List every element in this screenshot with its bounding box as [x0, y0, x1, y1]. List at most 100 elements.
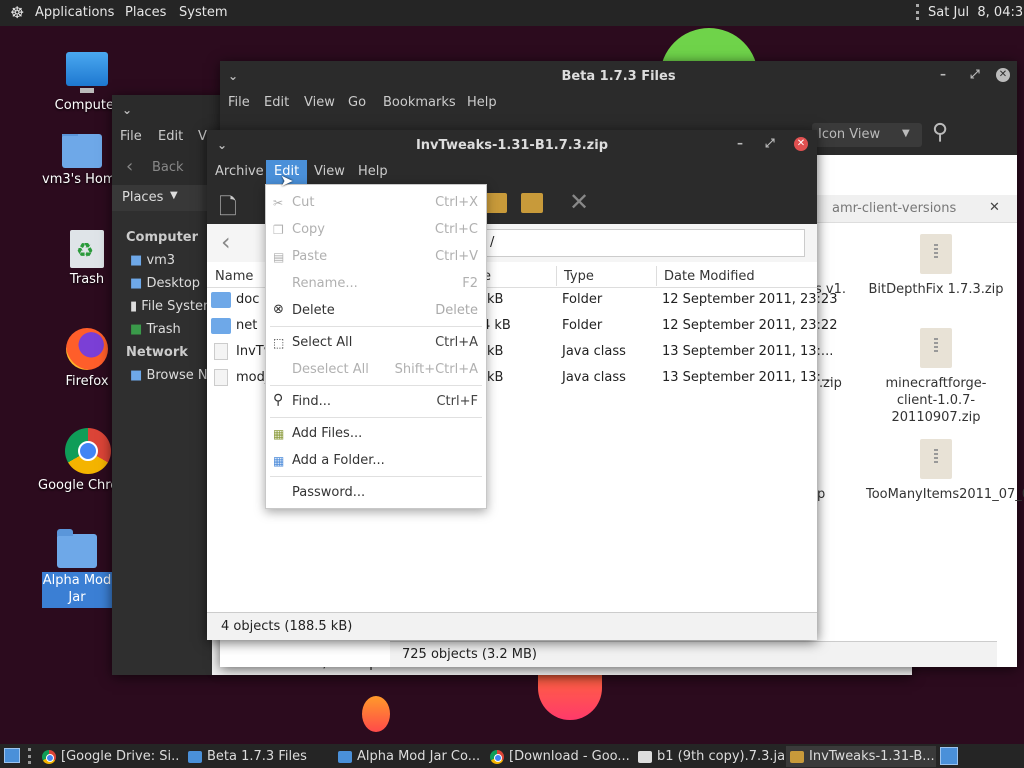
maximize-icon[interactable]: ⤢	[765, 136, 775, 151]
folder-icon	[188, 750, 202, 763]
panel-handle-icon	[916, 4, 919, 20]
menu-view[interactable]: V	[198, 129, 207, 144]
back-arrow-icon[interactable]: ‹	[221, 228, 231, 256]
places-menu[interactable]: Places	[125, 5, 166, 20]
column-name[interactable]: Name	[215, 269, 253, 284]
task-b1-jar[interactable]: b1 (9th copy).7.3.jar	[634, 746, 784, 767]
tab-close-icon[interactable]: ✕	[989, 200, 1000, 215]
place-vm3[interactable]: ■ vm3	[130, 253, 175, 268]
menu-edit[interactable]: Edit	[158, 129, 183, 144]
system-menu[interactable]: System	[179, 5, 227, 20]
close-icon[interactable]: ✕	[794, 137, 808, 151]
menu-item-delete[interactable]: ⊗ Delete Delete	[266, 299, 486, 323]
task-google-drive[interactable]: [Google Drive: Si...	[38, 746, 180, 767]
menu-file[interactable]: File	[120, 129, 142, 144]
menu-item-password[interactable]: Password...	[266, 481, 486, 505]
menu-item-select-all[interactable]: ⬚ Select All Ctrl+A	[266, 331, 486, 355]
drive-icon: ▮	[130, 299, 138, 314]
menu-view[interactable]: View	[304, 95, 335, 110]
file-label[interactable]: TooManyItems2011_07_01.zip	[866, 486, 1024, 503]
taskbar: [Google Drive: Si... Beta 1.7.3 Files Al…	[0, 744, 1024, 768]
file-label-partial: p	[817, 487, 826, 502]
menu-help[interactable]: Help	[358, 164, 388, 179]
chrome-icon	[490, 749, 504, 764]
task-download[interactable]: [Download - Goo...	[486, 746, 632, 767]
zip-file-icon[interactable]	[920, 439, 952, 479]
menu-go[interactable]: Go	[348, 95, 366, 110]
location-field[interactable]: /	[483, 229, 805, 257]
menu-edit[interactable]: Edit	[264, 95, 289, 110]
status-bar: 725 objects (3.2 MB)	[390, 641, 997, 667]
task-alpha-mod[interactable]: Alpha Mod Jar Co...	[334, 746, 484, 767]
file-label[interactable]: minecraftforge-client-1.0.7-20110907.zip	[866, 375, 1006, 426]
workspace-switcher[interactable]	[940, 747, 958, 765]
folder-icon	[338, 750, 352, 763]
search-icon: ⚲	[273, 392, 284, 408]
folder-icon	[211, 318, 231, 334]
menu-item-paste[interactable]: ▤ Paste Ctrl+V	[266, 245, 486, 269]
view-mode-select[interactable]: Icon View ▼	[812, 123, 922, 147]
applications-menu[interactable]: Applications	[35, 5, 114, 20]
wallpaper-shape	[362, 696, 390, 732]
dropdown-arrow-icon: ▼	[902, 128, 910, 139]
desktop-icon-home[interactable]: vm3's Home	[42, 134, 122, 187]
back-arrow-icon[interactable]: ‹	[126, 156, 133, 177]
show-desktop-icon[interactable]	[4, 748, 20, 763]
close-icon[interactable]: ✕	[996, 68, 1010, 82]
file-icon	[638, 750, 652, 763]
menu-item-find[interactable]: ⚲ Find... Ctrl+F	[266, 390, 486, 414]
menu-separator	[270, 385, 482, 386]
network-icon: ■	[130, 368, 143, 383]
place-desktop[interactable]: ■ Desktop	[130, 276, 200, 291]
stop-icon[interactable]: ✕	[569, 188, 589, 216]
place-filesystem[interactable]: ▮ File System	[130, 299, 216, 314]
gnome-foot-icon[interactable]: ☸	[10, 3, 24, 22]
menu-item-deselect-all[interactable]: Deselect All Shift+Ctrl+A	[266, 358, 486, 382]
home-icon: ■	[130, 253, 143, 268]
column-date-modified[interactable]: Date Modified	[664, 269, 755, 284]
menu-bookmarks[interactable]: Bookmarks	[383, 95, 456, 110]
menu-item-copy[interactable]: ❐ Copy Ctrl+C	[266, 218, 486, 242]
tab-amr-client-versions[interactable]: amr-client-versions ✕	[817, 195, 1017, 223]
title-bar[interactable]: ⌄ Beta 1.7.3 Files – ⤢ ✕	[220, 61, 1017, 91]
maximize-icon[interactable]: ⤢	[970, 67, 980, 82]
panel-handle-icon	[28, 748, 31, 764]
zip-file-icon[interactable]	[920, 328, 952, 368]
window-title: InvTweaks-1.31-B1.7.3.zip	[415, 138, 609, 153]
zip-file-icon[interactable]	[920, 234, 952, 274]
menu-item-add-files[interactable]: ▦ Add Files...	[266, 422, 486, 446]
menu-item-rename[interactable]: Rename... F2	[266, 272, 486, 296]
places-dropdown[interactable]: Places ▼	[112, 185, 212, 211]
minimize-icon[interactable]: –	[737, 136, 743, 150]
menu-item-add-folder[interactable]: ▦ Add a Folder...	[266, 449, 486, 473]
title-bar[interactable]: ⌄ InvTweaks-1.31-B1.7.3.zip – ⤢ ✕	[207, 130, 817, 160]
add-icon[interactable]	[521, 193, 543, 213]
menu-view[interactable]: View	[314, 164, 345, 179]
menu-archive[interactable]: Archive	[215, 164, 264, 179]
file-label[interactable]: BitDepthFix 1.7.3.zip	[866, 281, 1006, 298]
task-invtweaks[interactable]: InvTweaks-1.31-B...	[786, 746, 936, 767]
window-menu-icon[interactable]: ⌄	[122, 103, 132, 117]
minimize-icon[interactable]: –	[940, 67, 946, 81]
column-type[interactable]: Type	[564, 269, 594, 284]
menu-file[interactable]: File	[228, 95, 250, 110]
wallpaper-shape	[538, 668, 602, 720]
desktop-icon: ■	[130, 276, 143, 291]
desktop-icon-alpha-mod[interactable]: Alpha Mod Jar Collection	[42, 529, 112, 608]
place-trash[interactable]: ■ Trash	[130, 322, 181, 337]
extract-icon[interactable]	[485, 193, 507, 213]
clock[interactable]: Sat Jul 8, 04:36	[928, 5, 1024, 20]
back-button[interactable]: Back	[152, 160, 184, 175]
menu-help[interactable]: Help	[467, 95, 497, 110]
menu-item-cut[interactable]: ✂ Cut Ctrl+X	[266, 191, 486, 215]
file-icon	[214, 369, 228, 386]
folder-icon	[211, 292, 231, 308]
task-beta-files[interactable]: Beta 1.7.3 Files	[184, 746, 330, 767]
status-bar: 4 objects (188.5 kB)	[207, 612, 817, 640]
top-panel: ☸ Applications Places System Sat Jul 8, …	[0, 0, 1024, 26]
folder-icon	[57, 529, 97, 568]
search-icon[interactable]: ⚲	[932, 120, 948, 145]
menu-separator	[270, 476, 482, 477]
new-archive-icon[interactable]: 🗋	[219, 190, 237, 228]
edit-menu: ✂ Cut Ctrl+X ❐ Copy Ctrl+C ▤ Paste Ctrl+…	[265, 184, 487, 509]
